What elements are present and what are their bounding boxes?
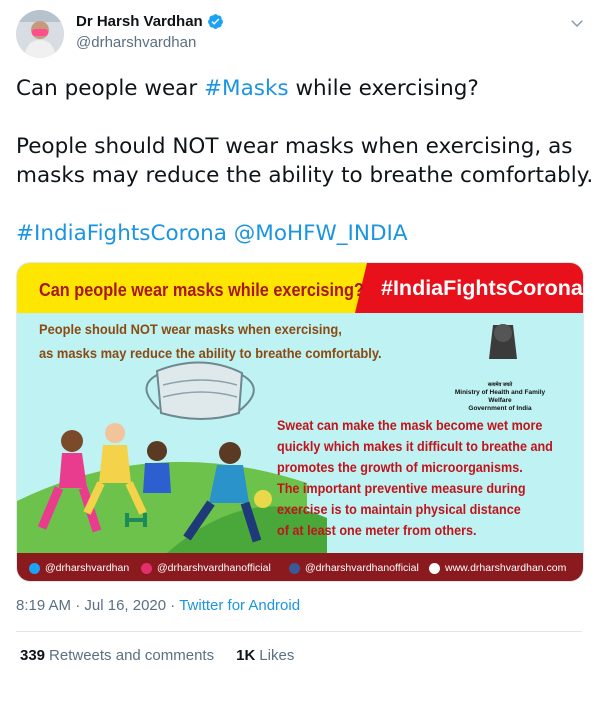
retweets-count: 339 bbox=[20, 647, 46, 664]
verified-badge-icon bbox=[207, 14, 223, 29]
sweat-line: of at least one meter from others. bbox=[277, 522, 477, 538]
footer-twitter: @drharshvardhan bbox=[29, 562, 129, 574]
footer-instagram-text: @drharshvardhanofficial bbox=[157, 562, 271, 574]
meta-separator: · bbox=[166, 597, 180, 614]
sweat-line: exercise is to maintain physical distanc… bbox=[277, 501, 521, 517]
likes-count: 1K bbox=[236, 647, 256, 664]
banner-hashtag: #IndiaFightsCorona bbox=[381, 276, 583, 300]
hashtag-indiafightscorona[interactable]: #IndiaFightsCorona bbox=[16, 221, 227, 246]
tweet-meta: 8:19 AM · Jul 16, 2020 · Twitter for And… bbox=[16, 597, 300, 614]
tweet-source[interactable]: Twitter for Android bbox=[179, 597, 300, 614]
sweat-line: Sweat can make the mask become wet more bbox=[277, 417, 543, 433]
globe-icon bbox=[429, 562, 440, 574]
tweet-header: Dr Harsh Vardhan @drharshvardhan bbox=[16, 8, 588, 58]
name-row: Dr Harsh Vardhan bbox=[76, 13, 224, 30]
display-name[interactable]: Dr Harsh Vardhan bbox=[76, 13, 203, 30]
chevron-down-icon[interactable] bbox=[568, 14, 586, 32]
footer-web-text: www.drharshvardhan.com bbox=[445, 562, 567, 574]
tweet-time[interactable]: 8:19 AM bbox=[16, 597, 71, 614]
retweets-label: Retweets and comments bbox=[49, 647, 215, 664]
tweet-line-advice-2: masks may reduce the ability to breathe … bbox=[16, 163, 594, 188]
footer-twitter-text: @drharshvardhan bbox=[45, 562, 130, 574]
twitter-icon bbox=[29, 562, 40, 574]
divider bbox=[16, 631, 582, 632]
question-prefix: Can people wear bbox=[16, 76, 205, 101]
sweat-line: promotes the growth of microorganisms. bbox=[277, 459, 523, 475]
tweet-stats: 339 Retweets and comments 1K Likes bbox=[20, 647, 316, 664]
footer-facebook: @drharshvardhanofficial bbox=[289, 562, 419, 574]
facebook-icon bbox=[289, 562, 300, 574]
tweet-line-tags: #IndiaFightsCorona @MoHFW_INDIA bbox=[16, 219, 582, 248]
sweat-line: The important preventive measure during bbox=[277, 480, 526, 496]
tweet-line-question: Can people wear #Masks while exercising? bbox=[16, 74, 582, 103]
ministry-hindi: सत्यमेव जयते bbox=[487, 382, 513, 388]
instagram-icon bbox=[141, 562, 152, 574]
avatar[interactable] bbox=[16, 10, 64, 58]
retweets-stat[interactable]: 339 Retweets and comments bbox=[20, 647, 214, 664]
tweet-date[interactable]: Jul 16, 2020 bbox=[84, 597, 166, 614]
question-suffix: while exercising? bbox=[288, 76, 479, 101]
tweet-text: Can people wear #Masks while exercising?… bbox=[16, 74, 594, 248]
sweat-line: quickly which makes it difficult to brea… bbox=[277, 438, 553, 454]
advice-line-1: People should NOT wear masks when exerci… bbox=[39, 321, 342, 337]
tweet-image[interactable]: Can people wear masks while exercising? … bbox=[16, 262, 584, 582]
image-footer: @drharshvardhan @drharshvardhanofficial … bbox=[17, 553, 583, 581]
advice-line-2: as masks may reduce the ability to breat… bbox=[39, 345, 382, 361]
tweet-line-advice-1: People should NOT wear masks when exerci… bbox=[16, 134, 573, 159]
ministry-label: सत्यमेव जयते Ministry of Health and Fami… bbox=[445, 381, 555, 413]
ministry-line-1: Ministry of Health and Family Welfare bbox=[454, 389, 546, 404]
banner-question: Can people wear masks while exercising? bbox=[39, 279, 364, 300]
sweat-text: Sweat can make the mask become wet more … bbox=[277, 415, 577, 541]
meta-separator: · bbox=[71, 597, 85, 614]
mention-mohfw[interactable]: @MoHFW_INDIA bbox=[234, 221, 408, 246]
footer-web: www.drharshvardhan.com bbox=[429, 562, 566, 574]
likes-stat[interactable]: 1K Likes bbox=[236, 647, 294, 664]
footer-instagram: @drharshvardhanofficial bbox=[141, 562, 271, 574]
hashtag-masks[interactable]: #Masks bbox=[204, 76, 289, 101]
likes-label: Likes bbox=[259, 647, 295, 664]
handle[interactable]: @drharshvardhan bbox=[76, 34, 196, 51]
ministry-line-2: Government of India bbox=[468, 405, 532, 412]
footer-facebook-text: @drharshvardhanofficial bbox=[305, 562, 419, 574]
